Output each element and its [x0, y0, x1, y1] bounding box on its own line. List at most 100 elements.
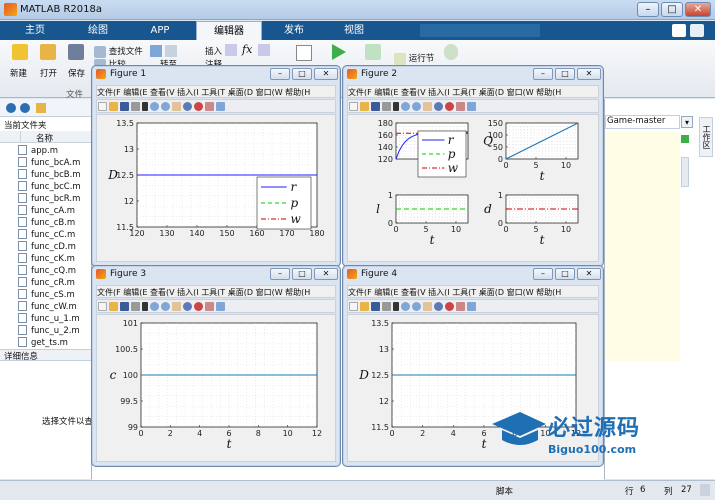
zoom-out-icon[interactable] — [412, 102, 421, 111]
workspace-side-tab[interactable]: 工作区 — [699, 117, 713, 157]
list-item[interactable]: func_bcA.m — [18, 157, 80, 169]
menu-tools[interactable]: 工具(T — [452, 288, 476, 297]
save-icon[interactable] — [120, 302, 129, 311]
run-time-icon[interactable] — [444, 44, 458, 60]
figure-window-2[interactable]: Figure 2 – □ ✕ 文件(F 编辑(E 查看(V 插入(I 工具(T … — [342, 65, 604, 267]
zoom-out-icon[interactable] — [412, 302, 421, 311]
menu-help[interactable]: 帮助(H — [536, 88, 561, 97]
minimize-button[interactable]: – — [533, 268, 553, 280]
maximize-button[interactable]: □ — [555, 268, 575, 280]
print-icon[interactable] — [382, 102, 391, 111]
list-item[interactable]: func_cA.m — [18, 205, 75, 217]
close-button[interactable]: ✕ — [685, 2, 711, 17]
list-item[interactable]: func_bcC.m — [18, 181, 81, 193]
data-cursor-icon[interactable] — [445, 102, 454, 111]
figure-window-3[interactable]: Figure 3 – □ ✕ 文件(F 编辑(E 查看(V 插入(I 工具(T … — [91, 265, 341, 467]
list-item[interactable]: get_ts.m — [18, 337, 68, 349]
new-button[interactable]: 新建 — [10, 67, 27, 79]
name-column-header[interactable]: 名称 — [36, 132, 53, 144]
run-section-button[interactable]: 运行节 — [394, 52, 434, 65]
close-button[interactable]: ✕ — [577, 268, 601, 280]
minimize-button[interactable]: – — [270, 268, 290, 280]
forward-arrow-icon[interactable] — [165, 45, 177, 57]
tab-plots[interactable]: 绘图 — [70, 21, 126, 40]
insert-icon[interactable] — [225, 44, 237, 56]
menu-window[interactable]: 窗口(W — [507, 288, 534, 297]
menu-window[interactable]: 窗口(W — [256, 288, 283, 297]
rotate-icon[interactable] — [434, 302, 443, 311]
brush-icon[interactable] — [456, 102, 465, 111]
menu-help[interactable]: 帮助(H — [536, 288, 561, 297]
run-advance-icon[interactable] — [365, 44, 381, 60]
open-icon[interactable] — [40, 44, 56, 60]
rotate-icon[interactable] — [183, 102, 192, 111]
figure-window-1[interactable]: Figure 1 – □ ✕ 文件(F 编辑(E 查看(V 插入(I 工具(T … — [91, 65, 341, 267]
save-icon[interactable] — [68, 44, 84, 60]
zoom-out-icon[interactable] — [161, 302, 170, 311]
close-button[interactable]: ✕ — [314, 68, 338, 80]
scrollbar[interactable] — [681, 157, 689, 187]
save-icon[interactable] — [120, 102, 129, 111]
dropdown-icon[interactable]: ▾ — [681, 116, 693, 128]
list-item[interactable]: func_cS.m — [18, 289, 75, 301]
menu-desktop[interactable]: 桌面(D — [228, 288, 253, 297]
new-figure-icon[interactable] — [349, 302, 358, 311]
list-item[interactable]: func_bcR.m — [18, 193, 80, 205]
pointer-icon[interactable] — [393, 102, 399, 111]
open-icon[interactable] — [109, 102, 118, 111]
forward-nav-icon[interactable] — [20, 103, 30, 113]
list-item[interactable]: func_bcB.m — [18, 169, 81, 181]
back-arrow-icon[interactable] — [150, 45, 162, 57]
zoom-in-icon[interactable] — [401, 302, 410, 311]
menu-edit[interactable]: 编辑(E — [374, 288, 398, 297]
list-item[interactable]: func_cQ.m — [18, 265, 76, 277]
data-cursor-icon[interactable] — [194, 102, 203, 111]
link-icon[interactable] — [467, 102, 476, 111]
menu-edit[interactable]: 编辑(E — [374, 88, 398, 97]
menu-file[interactable]: 文件(F — [348, 88, 372, 97]
menu-insert[interactable]: 插入(I — [177, 288, 198, 297]
pointer-icon[interactable] — [142, 302, 148, 311]
list-item[interactable]: func_cB.m — [18, 217, 75, 229]
menu-window[interactable]: 窗口(W — [507, 88, 534, 97]
tab-home[interactable]: 主页 — [10, 21, 60, 40]
up-folder-icon[interactable] — [36, 103, 46, 113]
rotate-icon[interactable] — [434, 102, 443, 111]
new-figure-icon[interactable] — [98, 102, 107, 111]
menu-tools[interactable]: 工具(T — [452, 88, 476, 97]
menu-insert[interactable]: 插入(I — [428, 288, 449, 297]
insert-button[interactable]: 插入 — [205, 45, 222, 57]
tab-view[interactable]: 视图 — [326, 21, 382, 40]
link-icon[interactable] — [216, 302, 225, 311]
data-cursor-icon[interactable] — [445, 302, 454, 311]
path-field[interactable]: Game-master — [605, 115, 680, 129]
menu-edit[interactable]: 编辑(E — [123, 88, 147, 97]
maximize-button[interactable]: □ — [661, 2, 683, 17]
print-icon[interactable] — [131, 302, 140, 311]
menu-edit[interactable]: 编辑(E — [123, 288, 147, 297]
list-item[interactable]: func_cW.m — [18, 301, 77, 313]
new-icon[interactable] — [12, 44, 28, 60]
ribbon-collapse-icon[interactable] — [690, 24, 704, 37]
menu-view[interactable]: 查看(V — [150, 88, 175, 97]
open-icon[interactable] — [360, 302, 369, 311]
insert-function-icon[interactable] — [258, 44, 270, 56]
menu-file[interactable]: 文件(F — [97, 88, 121, 97]
list-item[interactable]: func_cC.m — [18, 229, 75, 241]
tab-publish[interactable]: 发布 — [266, 21, 322, 40]
zoom-out-icon[interactable] — [161, 102, 170, 111]
menu-help[interactable]: 帮助(H — [285, 88, 310, 97]
menu-window[interactable]: 窗口(W — [256, 88, 283, 97]
zoom-in-icon[interactable] — [150, 102, 159, 111]
link-icon[interactable] — [467, 302, 476, 311]
close-button[interactable]: ✕ — [314, 268, 338, 280]
print-icon[interactable] — [382, 302, 391, 311]
print-icon[interactable] — [131, 102, 140, 111]
tab-apps[interactable]: APP — [132, 21, 188, 40]
maximize-button[interactable]: □ — [555, 68, 575, 80]
data-cursor-icon[interactable] — [194, 302, 203, 311]
new-figure-icon[interactable] — [98, 302, 107, 311]
pointer-icon[interactable] — [142, 102, 148, 111]
pan-icon[interactable] — [172, 102, 181, 111]
link-icon[interactable] — [216, 102, 225, 111]
